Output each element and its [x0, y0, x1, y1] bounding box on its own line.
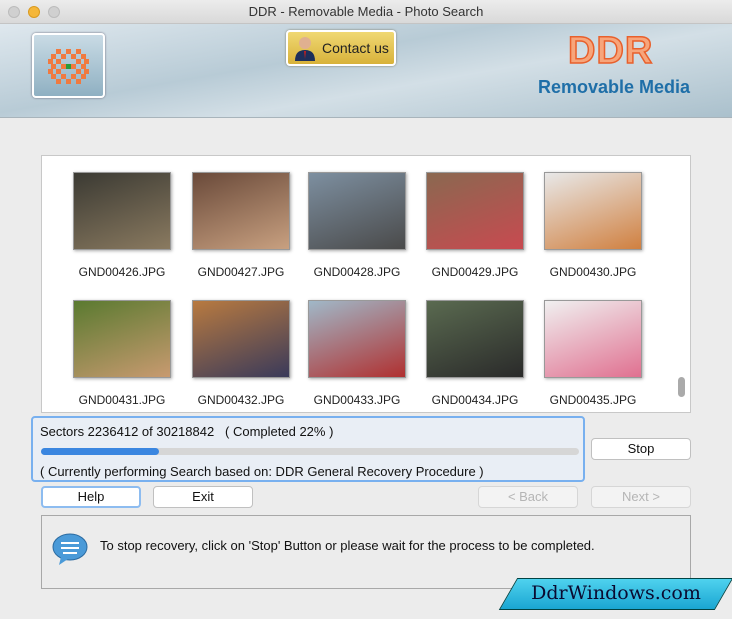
photo-filename: GND00433.JPG	[313, 393, 401, 407]
photo-thumbnail[interactable]	[544, 300, 642, 378]
photo-thumbnail[interactable]	[426, 300, 524, 378]
photo-filename: GND00428.JPG	[313, 265, 401, 279]
title-bar: DDR - Removable Media - Photo Search	[0, 0, 732, 24]
photo-thumbnail[interactable]	[308, 172, 406, 250]
photo-filename: GND00427.JPG	[197, 265, 285, 279]
speech-bubble-icon	[52, 533, 88, 565]
photo-thumbnail[interactable]	[192, 300, 290, 378]
photo-filename: GND00429.JPG	[431, 265, 519, 279]
photo-filename: GND00432.JPG	[197, 393, 285, 407]
stop-button[interactable]: Stop	[591, 438, 691, 460]
search-status-text: ( Currently performing Search based on: …	[40, 464, 484, 479]
sectors-progress-text: Sectors 2236412 of 30218842 ( Completed …	[40, 424, 334, 439]
photo-filename: GND00426.JPG	[78, 265, 166, 279]
close-window-button[interactable]	[8, 6, 20, 18]
zoom-window-button[interactable]	[48, 6, 60, 18]
window-title: DDR - Removable Media - Photo Search	[248, 4, 484, 19]
photo-thumbnail[interactable]	[192, 172, 290, 250]
product-name: Removable Media	[538, 77, 691, 97]
photo-gallery: GND00426.JPG GND00427.JPG GND00428.JPG GND0…	[41, 155, 691, 413]
photo-filename: GND00431.JPG	[78, 393, 166, 407]
next-button[interactable]: Next >	[591, 486, 691, 508]
brand-logo-text: DDR	[567, 29, 654, 73]
progress-bar-fill	[41, 448, 160, 455]
photo-thumbnail[interactable]	[544, 172, 642, 250]
gallery-scrollbar[interactable]	[678, 377, 685, 397]
photo-thumbnail[interactable]	[308, 300, 406, 378]
app-logo	[32, 33, 105, 98]
photo-filename: GND00435.JPG	[549, 393, 637, 407]
progress-bar	[41, 448, 579, 455]
minimize-window-button[interactable]	[28, 6, 40, 18]
photo-thumbnail[interactable]	[73, 300, 171, 378]
help-button[interactable]: Help	[41, 486, 141, 508]
photo-thumbnail[interactable]	[73, 172, 171, 250]
back-button[interactable]: < Back	[478, 486, 578, 508]
watermark-text: DdrWindows.com	[531, 582, 701, 604]
exit-button[interactable]: Exit	[153, 486, 253, 508]
checker-logo-icon	[48, 49, 89, 84]
photo-filename: GND00434.JPG	[431, 393, 519, 407]
photo-thumbnail[interactable]	[426, 172, 524, 250]
contact-us-label: Contact us	[322, 40, 389, 56]
progress-panel: Sectors 2236412 of 30218842 ( Completed …	[31, 416, 585, 482]
contact-us-button[interactable]: Contact us	[286, 30, 396, 66]
message-text: To stop recovery, click on 'Stop' Button…	[100, 538, 595, 553]
person-icon	[295, 37, 315, 61]
photo-filename: GND00430.JPG	[549, 265, 637, 279]
